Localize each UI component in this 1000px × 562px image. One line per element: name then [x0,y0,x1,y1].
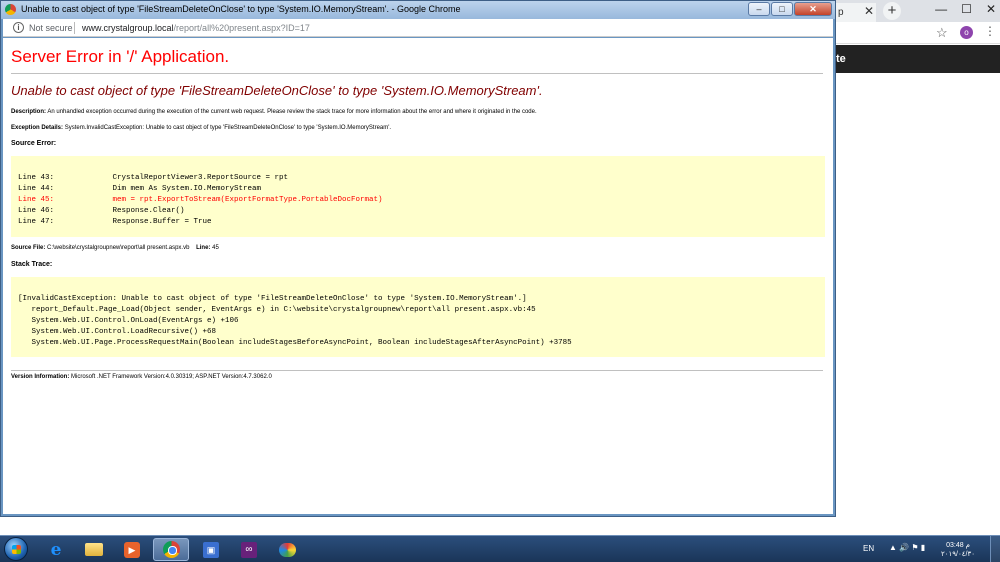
url-path: /report/all%20present.aspx?ID=17 [173,23,310,33]
source-line: Line 46: Response.Clear() [18,207,185,215]
tab-close-icon[interactable]: ✕ [864,4,874,18]
taskbar-file-explorer[interactable] [76,538,112,561]
clock-time: 03:48 م [946,542,970,549]
taskbar-visual-studio[interactable]: ∞ [231,538,267,561]
tray-icons[interactable]: ▲ 🔊 ⚑ ▮ [889,543,925,552]
bookmark-star-icon[interactable]: ☆ [936,25,948,41]
browser-window: Unable to cast object of type 'FileStrea… [0,0,836,517]
security-label[interactable]: Not secure [29,23,73,33]
taskbar-internet-explorer[interactable]: e [38,538,74,561]
paint-icon [278,542,296,557]
window-title: Unable to cast object of type 'FileStrea… [21,4,461,14]
taskbar-media-player[interactable]: ▶ [114,538,150,561]
chrome-icon [162,541,180,558]
taskbar-paint[interactable] [269,538,305,561]
window-controls: – □ ✕ [748,2,832,16]
description-row: Description: An unhandled exception occu… [11,109,537,115]
address-bar[interactable]: i Not secure www.crystalgroup.local/repo… [3,19,833,37]
show-desktop-button[interactable] [990,536,1000,562]
address-separator [74,22,75,34]
exception-text: System.InvalidCastException: Unable to c… [64,125,392,131]
new-tab-icon[interactable]: + [883,2,901,20]
background-window-controls: — ☐ ✕ [935,2,996,16]
folder-icon [85,543,103,556]
divider [11,370,823,371]
background-page-header: te [836,45,1000,73]
clock-date: ٢٠١٩/٠٤/٣٠ [941,551,975,558]
version-text: Microsoft .NET Framework Version:4.0.303… [71,374,272,380]
page-viewport: Server Error in '/' Application. Unable … [3,38,833,514]
internet-explorer-icon: e [50,539,62,560]
source-line: Line 43: CrystalReportViewer3.ReportSour… [18,174,289,182]
close-button[interactable]: ✕ [794,2,832,16]
description-text: An unhandled exception occurred during t… [47,109,537,115]
line-label: Line: [196,245,211,251]
description-label: Description: [11,109,47,115]
source-line: Line 47: Response.Buffer = True [18,218,212,226]
version-row: Version Information: Microsoft .NET Fram… [11,374,272,380]
app-window-icon: ▣ [203,541,219,558]
minimize-button[interactable]: – [748,2,770,16]
stack-line: report_Default.Page_Load(Object sender, … [18,306,536,314]
source-error-label: Source Error: [11,140,57,147]
start-button[interactable] [4,537,28,561]
source-code-box: Line 43: CrystalReportViewer3.ReportSour… [11,156,825,237]
window-titlebar[interactable]: Unable to cast object of type 'FileStrea… [1,1,835,19]
taskbar-app-window[interactable]: ▣ [193,538,229,561]
url-host: www.crystalgroup.local [82,23,174,33]
maximize-icon[interactable]: ☐ [961,2,972,16]
close-icon[interactable]: ✕ [986,2,996,16]
source-file-row: Source File: C:\website\crystalgroupnew\… [11,245,219,251]
taskbar: e ▶ ▣ ∞ EN ▲ 🔊 ⚑ ▮ 03:48 م ٢٠١٩/٠٤/٣٠ [0,535,1000,562]
line-value: 45 [212,245,219,251]
source-file-label: Source File: [11,245,46,251]
source-line-highlighted: Line 45: mem = rpt.ExportToStream(Export… [18,196,383,204]
background-tab-text: p [838,7,844,18]
divider [11,73,823,74]
minimize-icon[interactable]: — [935,2,947,16]
clock[interactable]: 03:48 م ٢٠١٩/٠٤/٣٠ [934,541,982,559]
stack-line: System.Web.UI.Control.LoadRecursive() +6… [18,328,217,336]
source-line: Line 44: Dim mem As System.IO.MemoryStre… [18,185,262,193]
stack-trace-label: Stack Trace: [11,261,53,268]
stack-line: [InvalidCastException: Unable to cast ob… [18,295,527,303]
language-indicator[interactable]: EN [863,544,874,553]
info-icon[interactable]: i [13,22,24,33]
version-label: Version Information: [11,374,70,380]
menu-dots-icon[interactable]: ⋮ [984,24,996,38]
exception-label: Exception Details: [11,125,64,131]
taskbar-google-chrome[interactable] [153,538,189,561]
exception-row: Exception Details: System.InvalidCastExc… [11,125,391,131]
visual-studio-icon: ∞ [241,541,257,558]
chrome-icon [5,4,16,15]
error-subheading: Unable to cast object of type 'FileStrea… [11,83,543,98]
stack-line: System.Web.UI.Page.ProcessRequestMain(Bo… [18,339,572,347]
stack-trace-box: [InvalidCastException: Unable to cast ob… [11,277,825,357]
maximize-button[interactable]: □ [771,2,793,16]
stack-line: System.Web.UI.Control.OnLoad(EventArgs e… [18,317,239,325]
media-player-icon: ▶ [124,541,140,558]
profile-avatar[interactable]: o [960,26,973,39]
url-text[interactable]: www.crystalgroup.local/report/all%20pres… [82,23,310,33]
page-title: Server Error in '/' Application. [11,47,230,66]
source-file-value: C:\website\crystalgroupnew\report\all pr… [47,245,190,251]
